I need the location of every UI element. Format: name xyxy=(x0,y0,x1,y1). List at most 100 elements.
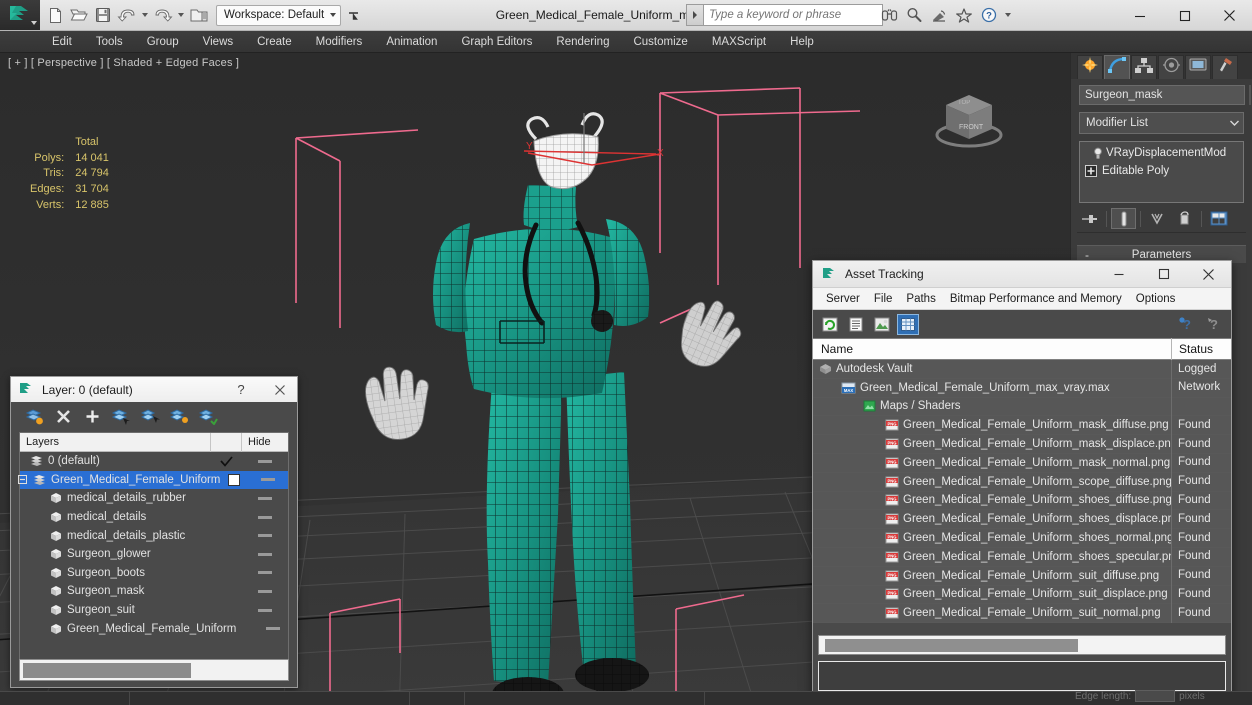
project-folder-icon[interactable] xyxy=(188,4,210,26)
workspace-selector[interactable]: Workspace: Default xyxy=(216,4,342,26)
layer-current-cell[interactable] xyxy=(220,473,247,486)
search-go-icon[interactable] xyxy=(686,4,703,26)
modifier-stack[interactable]: VRayDisplacementMod Editable Poly xyxy=(1079,141,1244,203)
edge-length-control[interactable]: Edge length: pixels xyxy=(1075,690,1205,702)
redo-arrow-icon[interactable] xyxy=(152,4,174,26)
layer-row[interactable]: Surgeon_suit xyxy=(20,601,288,620)
menu-customize[interactable]: Customize xyxy=(621,31,699,53)
layer-hide-cell[interactable] xyxy=(242,496,288,500)
edge-length-field[interactable] xyxy=(1135,690,1176,702)
layer-current-cell[interactable] xyxy=(211,456,242,467)
menu-views[interactable]: Views xyxy=(191,31,245,53)
redo-dropdown-icon[interactable] xyxy=(178,13,184,17)
new-layer-icon[interactable] xyxy=(25,407,44,426)
workspace-expand-icon[interactable] xyxy=(345,2,361,29)
layer-horizontal-scrollbar[interactable] xyxy=(19,659,289,681)
asset-row[interactable]: PNG Green_Medical_Female_Uniform_shoes_sp… xyxy=(813,547,1231,567)
command-tab-modify[interactable] xyxy=(1104,55,1130,79)
layer-row[interactable]: Green_Medical_Female_Uniform xyxy=(18,470,288,490)
chevron-down-icon[interactable] xyxy=(1225,113,1243,133)
asset-row[interactable]: PNG Green_Medical_Female_Uniform_mask_dif… xyxy=(813,415,1231,436)
app-logo-icon[interactable] xyxy=(0,0,40,30)
layer-row[interactable]: medical_details xyxy=(20,508,288,527)
add-selection-icon[interactable] xyxy=(112,407,131,426)
grid-view-icon[interactable] xyxy=(897,313,919,335)
command-tab-display[interactable] xyxy=(1185,55,1211,79)
layer-row[interactable]: 0 (default) xyxy=(20,452,288,471)
select-objects-icon[interactable] xyxy=(141,407,160,426)
layer-hide-cell[interactable] xyxy=(242,589,288,593)
object-name-field[interactable] xyxy=(1079,85,1245,105)
asset-row[interactable]: PNG Green_Medical_Female_Uniform_scope_di… xyxy=(813,472,1231,492)
set-current-layer-icon[interactable] xyxy=(170,407,189,426)
asset-menu-file[interactable]: File xyxy=(867,288,900,310)
command-tab-hierarchy[interactable] xyxy=(1131,55,1157,79)
binoculars-icon[interactable] xyxy=(878,4,900,26)
layer-hide-cell[interactable] xyxy=(257,627,288,631)
search-input[interactable] xyxy=(703,4,883,26)
help-question-icon[interactable]: ? xyxy=(1175,314,1197,335)
modifier-stack-item[interactable]: VRayDisplacementMod xyxy=(1080,144,1243,162)
menu-help[interactable]: Help xyxy=(778,31,826,53)
asset-menu-server[interactable]: Server xyxy=(819,288,867,310)
layer-close-button[interactable] xyxy=(263,377,297,402)
layer-hide-cell[interactable] xyxy=(248,478,288,482)
configure-sets-icon[interactable] xyxy=(1206,208,1231,229)
menu-tools[interactable]: Tools xyxy=(84,31,135,53)
asset-row[interactable]: PNG Green_Medical_Female_Uniform_mask_nor… xyxy=(813,453,1231,473)
asset-maximize-button[interactable] xyxy=(1141,261,1186,288)
refresh-icon[interactable] xyxy=(819,314,841,335)
asset-menu-options[interactable]: Options xyxy=(1129,288,1183,310)
asset-horizontal-scrollbar[interactable] xyxy=(818,635,1226,655)
list-view-icon[interactable] xyxy=(845,314,867,335)
add-plus-icon[interactable] xyxy=(83,407,102,426)
layer-hide-cell[interactable] xyxy=(242,459,288,463)
menu-group[interactable]: Group xyxy=(135,31,191,53)
layer-row[interactable]: Surgeon_glower xyxy=(20,545,288,564)
modifier-list-dropdown[interactable]: Modifier List xyxy=(1079,112,1244,134)
delete-x-icon[interactable] xyxy=(54,407,73,426)
layer-row[interactable]: Surgeon_boots xyxy=(20,564,288,583)
command-tab-utilities[interactable] xyxy=(1212,55,1238,79)
asset-row[interactable]: PNG Green_Medical_Female_Uniform_shoes_no… xyxy=(813,528,1231,548)
layer-row[interactable]: medical_details_rubber xyxy=(20,489,288,508)
layer-hide-cell[interactable] xyxy=(242,534,288,538)
close-button[interactable] xyxy=(1207,0,1252,31)
layer-row[interactable]: Green_Medical_Female_Uniform xyxy=(20,619,288,638)
trash-icon[interactable] xyxy=(1172,208,1197,229)
asset-list[interactable]: Autodesk Vault Logged MAX Green_Medical_Fem… xyxy=(813,359,1231,624)
thumbnail-view-icon[interactable] xyxy=(871,314,893,335)
viewcube[interactable]: FRONT TOP xyxy=(926,83,1012,153)
layer-hide-cell[interactable] xyxy=(242,552,288,556)
modifier-stack-item[interactable]: Editable Poly xyxy=(1080,162,1243,180)
show-result-icon[interactable] xyxy=(1111,208,1136,229)
asset-scrollbar-thumb[interactable] xyxy=(825,639,1078,652)
asset-close-button[interactable] xyxy=(1186,261,1231,288)
asset-row[interactable]: PNG Green_Medical_Female_Uniform_shoes_di… xyxy=(813,509,1231,530)
satellite-dish-icon[interactable] xyxy=(928,4,950,26)
asset-row[interactable]: PNG Green_Medical_Female_Uniform_suit_dif… xyxy=(813,566,1231,586)
asset-tracking-dialog[interactable]: Asset Tracking Server File Paths Bitmap Per… xyxy=(812,260,1232,698)
menu-maxscript[interactable]: MAXScript xyxy=(700,31,778,53)
menu-edit[interactable]: Edit xyxy=(40,31,84,53)
expand-collapse-icon[interactable] xyxy=(18,475,27,485)
pin-icon[interactable] xyxy=(1077,208,1102,229)
asset-row[interactable]: MAX Green_Medical_Female_Uniform_max_vray… xyxy=(813,378,1231,398)
help-circle-icon[interactable]: ? xyxy=(978,4,1000,26)
undo-dropdown-icon[interactable] xyxy=(142,13,148,17)
asset-row[interactable]: Autodesk Vault Logged xyxy=(813,359,1231,379)
open-folder-icon[interactable] xyxy=(68,4,90,26)
asset-row[interactable]: PNG Green_Medical_Female_Uniform_mask_dis… xyxy=(813,434,1231,454)
menu-create[interactable]: Create xyxy=(245,31,304,53)
workspace-dropdown-icon[interactable] xyxy=(330,13,337,17)
save-disk-icon[interactable] xyxy=(92,4,114,26)
make-unique-icon[interactable] xyxy=(1145,208,1170,229)
layer-dialog[interactable]: Layer: 0 (default) ? Layers Hide 0 (defa… xyxy=(10,376,298,688)
magnifier-icon[interactable] xyxy=(903,4,925,26)
menu-graph-editors[interactable]: Graph Editors xyxy=(449,31,544,53)
menu-modifiers[interactable]: Modifiers xyxy=(304,31,375,53)
command-tab-create[interactable] xyxy=(1077,55,1103,79)
layer-hide-cell[interactable] xyxy=(242,515,288,519)
help-context-icon[interactable]: ? xyxy=(1203,314,1225,335)
menu-rendering[interactable]: Rendering xyxy=(544,31,621,53)
